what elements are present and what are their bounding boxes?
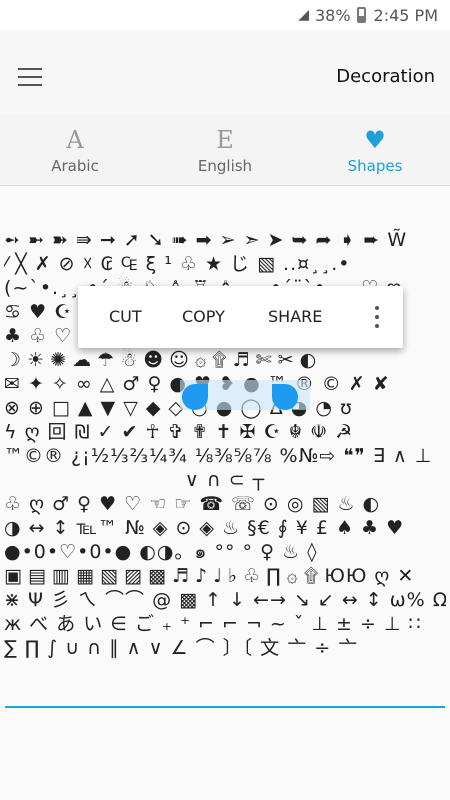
symbol-row[interactable]: ⁄ ╳ ✗ ⊘ ☓ ₢ ₠ ξ ¹ ♧ ★ じ ▧ ..¤¸¸.•	[4, 252, 446, 276]
battery-icon	[356, 7, 366, 23]
symbol-row[interactable]: ⋇ Ψ 彡 ㄟ ⌒⌒ @ ▩ ↑ ↓ ←→ ↘ ↙ ↔ ↕ ω% Ω	[4, 588, 446, 612]
more-options-icon[interactable]	[375, 306, 379, 328]
copy-button[interactable]: COPY	[182, 307, 225, 326]
app-bar: Decoration	[0, 30, 450, 115]
tab-label: Shapes	[347, 157, 403, 175]
clock: 2:45 PM	[373, 5, 438, 25]
tab-label: English	[197, 157, 253, 175]
heart-icon: ♥	[364, 126, 386, 154]
symbol-row[interactable]: ϟ ღ 回 ₪ ✓ ✔ ☥ ✞ ✟ ✝ ✠ ☪ ☬ ☫ ☭	[4, 420, 446, 444]
hamburger-menu-icon[interactable]	[18, 68, 42, 86]
symbol-row[interactable]: ∨ ∩ ⊂ ┬	[4, 468, 446, 492]
battery-percent: 38%	[314, 5, 351, 25]
tab-english[interactable]: E English	[150, 115, 300, 185]
symbol-row[interactable]: ж べ あ い ∈ ご ₊ ⁺ ⌐ ⌐ ¬ ~ ˇ ⊥ ± ÷ ⊥ ∷	[4, 612, 446, 636]
tab-arabic[interactable]: A Arabic	[0, 115, 150, 185]
symbols-text-area[interactable]: ➻ ➼ ➽ ⇛ ➞ ➚ ➘ ➠ ➡ ➢ ➣ ➤ ➥ ➦ ➧ ➨ W̃ ⁄ ╳ ✗…	[4, 200, 446, 705]
symbol-row[interactable]: ◑ ↔ ↕ ℡™ № ◈ ⊙ ◈ ♨ §€ ∮ ¥ £ ♠ ♣ ♥	[4, 516, 446, 540]
page-title: Decoration	[336, 66, 435, 87]
tab-label: Arabic	[51, 157, 99, 175]
symbol-row[interactable]: ™©® ¿¡½⅓⅔¼¾ ⅛⅜⅝⅞ %№⇨ ❝❞ ∃ ∧ ⊥	[4, 444, 446, 468]
cut-button[interactable]: CUT	[109, 307, 142, 326]
symbol-row[interactable]: ♧ ღ ♂ ♀ ♥ ♡ ☜ ☞ ☎ ☏ ⊙ ◎ ▧ ♨ ◐	[4, 492, 446, 516]
selection-start-handle[interactable]	[182, 384, 208, 410]
status-bar: ◢ 38% 2:45 PM	[0, 0, 450, 30]
text-field-underline	[5, 706, 445, 708]
selection-end-handle[interactable]	[272, 384, 298, 410]
tab-shapes[interactable]: ♥ Shapes	[300, 115, 450, 185]
tab-bar: A Arabic E English ♥ Shapes	[0, 115, 450, 186]
text-context-menu: CUT COPY SHARE	[78, 286, 403, 348]
symbol-row[interactable]: ➻ ➼ ➽ ⇛ ➞ ➚ ➘ ➠ ➡ ➢ ➣ ➤ ➥ ➦ ➧ ➨ W̃	[4, 228, 446, 252]
signal-icon: ◢	[298, 7, 309, 23]
share-button[interactable]: SHARE	[268, 307, 322, 326]
symbol-row[interactable]: ∑ ∏ ∫ ∪ ∩ ∥ ∧ ∨ ∠ ⌒ 〕〔 文 亠 ÷ 亠	[4, 636, 446, 660]
symbol-row[interactable]: ●•0•♡•0•● ◐◑。๑ °° ° ♀ ♨ ◊	[4, 540, 446, 564]
letter-e-icon: E	[216, 126, 234, 154]
symbol-row[interactable]: ▣ ▤ ▥ ▦ ▧ ▨ ▩ ♬ ♪ ♩ ♭ ♧ ∏ ۞ ۩ ЮЮ ღ ✕	[4, 564, 446, 588]
symbol-row[interactable]: ☽ ☀ ✺ ☁ ☂ ☃ ☻ ☺ ۞ ۩ ♬ ✄ ✂ ◐	[4, 348, 446, 372]
letter-a-icon: A	[66, 126, 84, 154]
